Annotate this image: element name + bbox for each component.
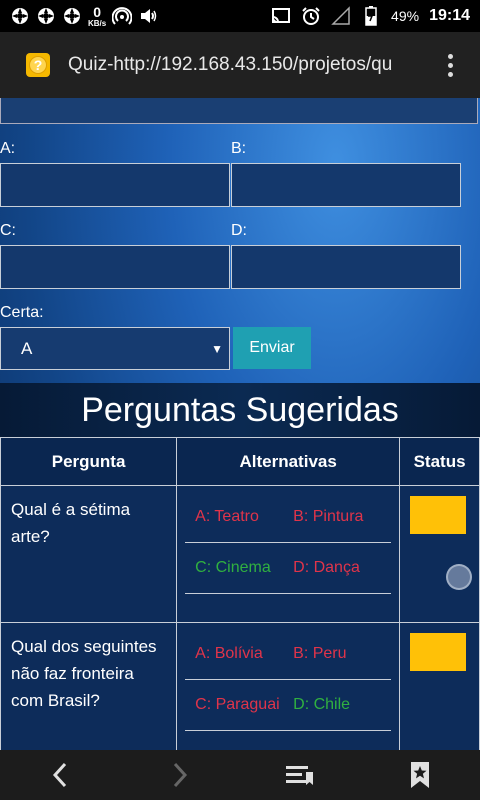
network-speed-value: 0 <box>93 3 102 20</box>
table-row: Qual dos seguintes não faz fronteira com… <box>0 622 480 750</box>
favicon-glyph: ? <box>29 56 47 74</box>
forward-button[interactable] <box>150 750 210 800</box>
reader-mode-button[interactable] <box>270 750 330 800</box>
status-cell <box>399 485 480 623</box>
alternatives-cell: A: Bolívia B: Peru C: Paraguai D: Chile <box>176 622 401 750</box>
url-bar[interactable]: Quiz-http://192.168.43.150/projetos/qu <box>68 54 408 76</box>
battery-icon <box>361 6 381 26</box>
page-content: A: B: C: D: Certa: A ▼ Enviar Perguntas … <box>0 98 480 750</box>
app-notification-icon <box>62 6 82 26</box>
dropdown-arrow-icon: ▼ <box>211 341 223 356</box>
bookmarks-button[interactable] <box>390 750 450 800</box>
hotspot-icon <box>112 6 133 26</box>
back-button[interactable] <box>30 750 90 800</box>
app-notification-icon <box>36 6 56 26</box>
cast-icon <box>271 6 291 26</box>
battery-percent: 49% <box>391 8 420 24</box>
back-arrow-icon <box>52 762 67 788</box>
network-speed: 0 KB/s <box>88 5 106 28</box>
label-a: A: <box>0 140 16 157</box>
alternative-correct: C: Cinema <box>195 559 271 576</box>
volume-icon <box>138 6 158 26</box>
alternative: D: Dança <box>293 559 360 576</box>
alternative: B: Pintura <box>293 508 364 525</box>
question-cell: Qual é a sétima arte? <box>0 485 178 623</box>
alternative: B: Peru <box>293 645 347 662</box>
label-certa: Certa: <box>0 304 44 321</box>
network-speed-unit: KB/s <box>88 18 107 28</box>
status-indicator[interactable] <box>410 496 467 534</box>
table-row: Qual é a sétima arte? A: Teatro B: Pintu… <box>0 485 480 623</box>
alarm-icon <box>301 6 321 26</box>
suggested-questions-table: Pergunta Alternativas Status Qual é a sé… <box>0 437 480 750</box>
submit-button[interactable]: Enviar <box>233 327 311 369</box>
alternative: C: Paraguai <box>195 696 280 713</box>
site-favicon-icon: ? <box>26 53 50 77</box>
column-header-status: Status <box>399 437 480 486</box>
browser-bottom-bar <box>0 750 480 800</box>
option-d-input[interactable] <box>231 245 461 289</box>
clock: 19:14 <box>429 7 470 24</box>
correct-answer-select[interactable]: A ▼ <box>0 327 230 370</box>
forward-arrow-icon <box>173 762 188 788</box>
alternatives-cell: A: Teatro B: Pintura C: Cinema D: Dança <box>176 485 401 623</box>
correct-answer-value: A <box>21 338 33 358</box>
signal-icon <box>331 6 351 26</box>
column-header-alternatives: Alternativas <box>176 437 401 486</box>
label-d: D: <box>231 222 247 239</box>
browser-toolbar: ? Quiz-http://192.168.43.150/projetos/qu <box>0 32 480 98</box>
label-c: C: <box>0 222 16 239</box>
alternative-correct: D: Chile <box>293 696 351 713</box>
alternative: A: Bolívia <box>195 645 263 662</box>
status-bar: 0 KB/s 49% 19:14 <box>0 0 480 32</box>
column-header-question: Pergunta <box>0 437 178 486</box>
app-notification-icon <box>10 6 30 26</box>
table-header-row: Pergunta Alternativas Status <box>0 437 480 486</box>
question-textarea[interactable] <box>0 98 478 124</box>
section-title: Perguntas Sugeridas <box>0 383 480 437</box>
reader-mode-icon <box>286 766 313 785</box>
status-indicator[interactable] <box>410 633 467 671</box>
option-b-input[interactable] <box>231 163 461 207</box>
alternative: A: Teatro <box>195 508 259 525</box>
bookmark-star-icon <box>411 762 429 788</box>
option-c-input[interactable] <box>0 245 230 289</box>
option-a-input[interactable] <box>0 163 230 207</box>
question-cell: Qual dos seguintes não faz fronteira com… <box>0 622 178 750</box>
label-b: B: <box>231 140 247 157</box>
floating-scroll-handle[interactable] <box>446 564 472 590</box>
overflow-menu-icon[interactable] <box>446 53 454 77</box>
status-cell <box>399 622 480 750</box>
